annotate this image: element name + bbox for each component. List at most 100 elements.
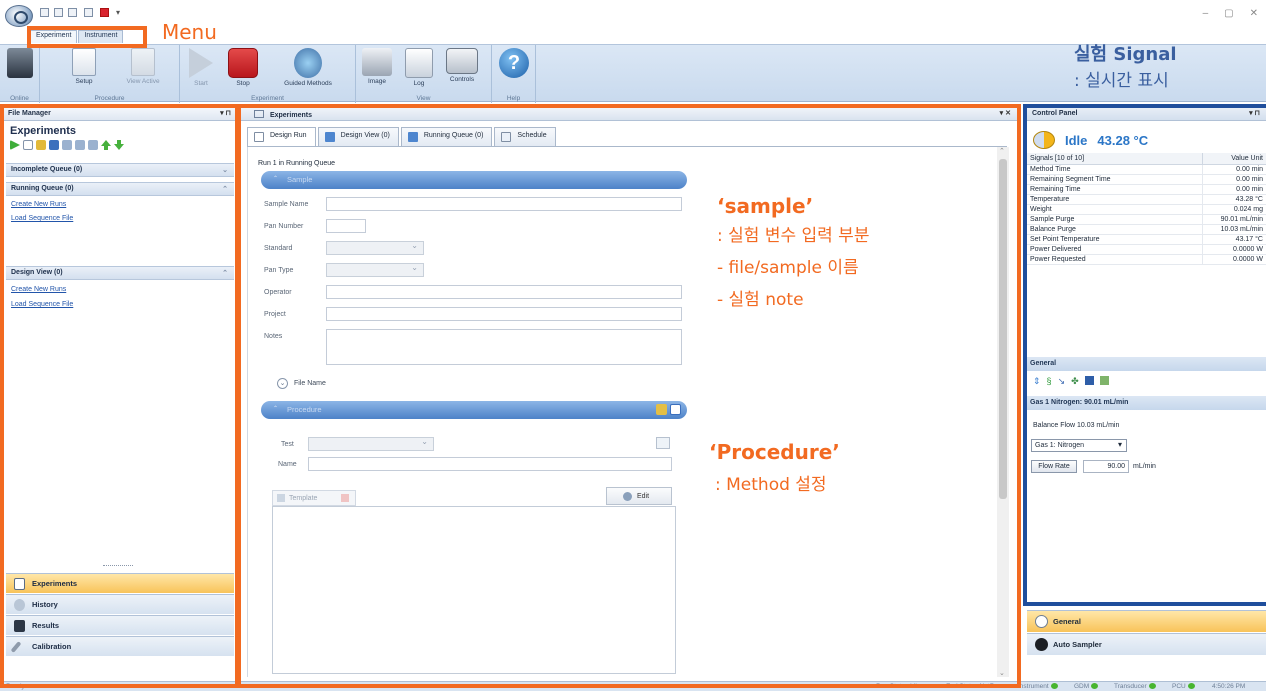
scroll-thumb[interactable] xyxy=(999,159,1007,499)
running-queue-header[interactable]: Running Queue (0) ⌃ xyxy=(6,182,234,196)
nav-history[interactable]: History xyxy=(6,594,234,614)
edit-icon xyxy=(623,492,632,501)
incomplete-queue-header[interactable]: Incomplete Queue (0) ⌄ xyxy=(6,163,234,177)
application-menu-button[interactable] xyxy=(5,5,33,27)
grid-add-icon[interactable] xyxy=(75,140,85,150)
view-active-button[interactable]: View Active xyxy=(118,48,168,85)
open-folder-icon[interactable] xyxy=(36,140,46,150)
tab-running-queue[interactable]: Running Queue (0) xyxy=(400,127,493,146)
load-sequence-file-link[interactable]: Load Sequence File xyxy=(11,301,73,308)
list-icon xyxy=(14,578,25,590)
project-input[interactable] xyxy=(326,307,682,321)
tab-experiment[interactable]: Experiment xyxy=(30,30,78,43)
template-icon xyxy=(277,494,285,502)
guided-methods-button[interactable]: Guided Methods xyxy=(276,48,340,87)
pan-number-input[interactable] xyxy=(326,219,366,233)
window-icon xyxy=(254,110,264,118)
nav-results[interactable]: Results xyxy=(6,615,234,635)
log-button[interactable]: Log xyxy=(402,48,436,87)
menu-annotation: Menu xyxy=(162,20,217,44)
stop-button[interactable]: Stop xyxy=(226,48,260,87)
pcu-status-label: PCU xyxy=(1172,683,1186,690)
sample-section-bar[interactable]: ⌃ Sample xyxy=(261,171,687,189)
stop-icon[interactable] xyxy=(100,8,109,17)
close-button[interactable]: ✕ xyxy=(1250,8,1258,19)
template-label: Template xyxy=(289,495,318,502)
pcu-ok-icon xyxy=(1187,683,1195,690)
save-procedure-icon[interactable] xyxy=(670,404,681,415)
pan-type-select[interactable] xyxy=(326,263,424,277)
nav-general[interactable]: General xyxy=(1027,610,1266,632)
history-icon xyxy=(14,599,25,611)
scroll-up-icon[interactable]: ⌃ xyxy=(999,147,1005,155)
run-icon[interactable] xyxy=(10,140,20,150)
help-button[interactable]: ? xyxy=(498,48,530,78)
gdm-status-label: GDM xyxy=(1074,683,1090,690)
tab-schedule[interactable]: Schedule xyxy=(494,127,556,146)
maximize-button[interactable]: ▢ xyxy=(1224,8,1233,19)
expand-file-name-icon[interactable]: ⌄ xyxy=(277,378,288,389)
design-view-header[interactable]: Design View (0) ⌃ xyxy=(6,266,234,280)
grid-icon[interactable] xyxy=(62,140,72,150)
operator-input[interactable] xyxy=(326,285,682,299)
scroll-down-icon[interactable]: ⌄ xyxy=(999,669,1005,677)
test-select[interactable] xyxy=(308,437,434,451)
clock: 4:50:26 PM xyxy=(1212,683,1246,690)
notes-textarea[interactable] xyxy=(326,329,682,365)
pin-icon[interactable]: ▾ ⊓ xyxy=(220,109,231,117)
collapse-caret-icon: ⌃ xyxy=(273,176,279,182)
nav-experiments-label: Experiments xyxy=(32,579,78,588)
log-label: Log xyxy=(413,80,425,87)
close-panel-icon[interactable]: ▾ ✕ xyxy=(1000,109,1011,117)
edit-button[interactable]: Edit xyxy=(606,487,672,505)
procedure-section-bar[interactable]: ⌃ Procedure xyxy=(261,401,687,419)
tab-instrument[interactable]: Instrument xyxy=(78,30,124,43)
transducer-status-label: Transducer xyxy=(1114,683,1147,690)
splitter-handle[interactable] xyxy=(103,565,133,566)
dropdown-icon[interactable]: ▾ xyxy=(116,8,125,17)
new-run-icon[interactable] xyxy=(23,140,33,150)
save-icon[interactable] xyxy=(40,8,49,17)
move-down-icon[interactable] xyxy=(114,140,124,150)
procedure-name-input[interactable] xyxy=(308,457,672,471)
template-button[interactable]: Template xyxy=(272,490,356,506)
nav-auto-sampler[interactable]: Auto Sampler xyxy=(1027,633,1266,655)
tab-label: Schedule xyxy=(517,132,547,139)
open-icon[interactable] xyxy=(68,8,77,17)
gdm-status-item: GDM xyxy=(1074,683,1099,690)
image-button[interactable]: Image xyxy=(360,48,394,85)
play-icon[interactable] xyxy=(84,8,93,17)
start-button[interactable]: Start xyxy=(186,48,216,87)
table-icon xyxy=(324,132,335,142)
load-sequence-file-link[interactable]: Load Sequence File xyxy=(11,215,73,222)
file-name-label[interactable]: File Name xyxy=(294,380,326,387)
setup-button[interactable]: Setup xyxy=(64,48,104,85)
nav-calibration[interactable]: Calibration xyxy=(6,636,234,656)
open-procedure-icon[interactable] xyxy=(656,404,667,415)
tab-design-run[interactable]: Design Run xyxy=(247,127,316,146)
test-options-icon[interactable] xyxy=(656,437,670,449)
standard-select[interactable] xyxy=(326,241,424,255)
signal-annotation-sub: : 실시간 표시 xyxy=(1074,71,1169,91)
create-new-runs-link[interactable]: Create New Runs xyxy=(11,201,66,208)
nav-experiments[interactable]: Experiments xyxy=(6,573,234,593)
vertical-scrollbar[interactable]: ⌃ ⌄ xyxy=(997,147,1009,677)
transducer-ok-icon xyxy=(1148,683,1156,690)
move-up-icon[interactable] xyxy=(101,140,111,150)
sample-name-input[interactable] xyxy=(326,197,682,211)
general-icon xyxy=(1035,615,1048,628)
create-new-runs-link[interactable]: Create New Runs xyxy=(11,286,66,293)
save-icon[interactable] xyxy=(49,140,59,150)
controls-button[interactable]: Controls xyxy=(442,48,482,83)
new-icon[interactable] xyxy=(54,8,63,17)
online-button[interactable] xyxy=(5,48,35,78)
stop-square-icon xyxy=(228,48,258,78)
window-controls: – ▢ ✕ xyxy=(1203,8,1258,19)
procedure-editor[interactable] xyxy=(272,506,676,674)
grid-remove-icon[interactable] xyxy=(88,140,98,150)
tab-design-view[interactable]: Design View (0) xyxy=(317,127,399,146)
collapse-caret-icon: ⌃ xyxy=(273,406,279,412)
minimize-button[interactable]: – xyxy=(1203,8,1209,19)
group-label: Help xyxy=(506,95,521,102)
design-run-form: Run 1 in Running Queue ⌃ Sample Sample N… xyxy=(247,147,995,677)
